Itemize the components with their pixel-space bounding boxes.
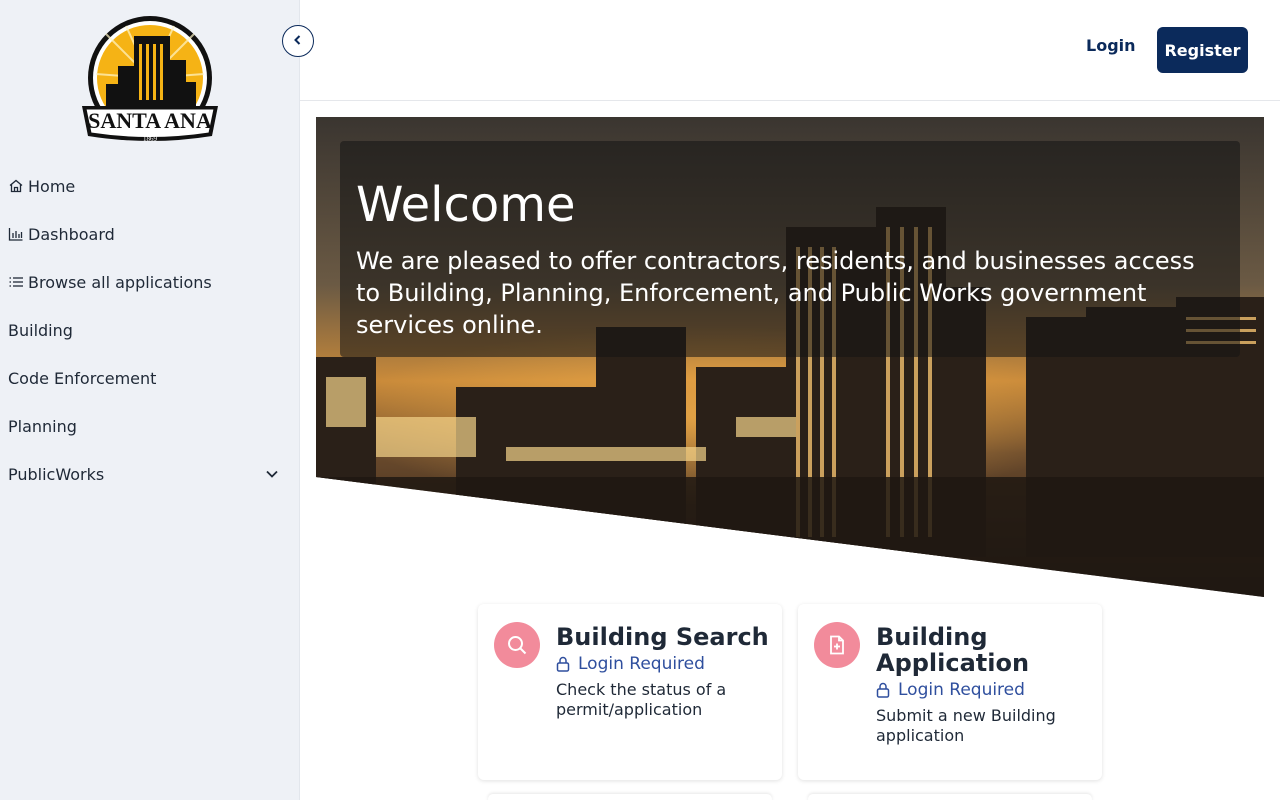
sidebar-item-home[interactable]: Home: [0, 162, 300, 210]
sidebar-item-dashboard[interactable]: Dashboard: [0, 210, 300, 258]
register-button[interactable]: Register: [1157, 27, 1248, 73]
sidebar-item-planning[interactable]: Planning: [0, 402, 300, 450]
card-building-application[interactable]: Building Application Login Required Subm…: [798, 604, 1102, 780]
chevron-down-icon[interactable]: [264, 466, 280, 482]
svg-text:1869: 1869: [143, 135, 158, 143]
search-icon: [494, 622, 540, 668]
welcome-text: We are pleased to offer contractors, res…: [356, 247, 1195, 339]
sidebar-item-label: Code Enforcement: [8, 368, 157, 388]
card-stub: [808, 794, 1092, 800]
chevron-left-icon: [291, 32, 305, 51]
home-icon: [8, 178, 24, 194]
sidebar-item-label: PublicWorks: [8, 464, 105, 484]
sidebar-item-label: Home: [28, 176, 76, 196]
sidebar-collapse-button[interactable]: [282, 25, 314, 57]
sidebar-item-label: Browse all applications: [28, 272, 212, 292]
card-building-search[interactable]: Building Search Login Required Check the…: [478, 604, 782, 780]
file-plus-icon: [814, 622, 860, 668]
list-icon: [8, 274, 24, 290]
login-link[interactable]: Login: [1086, 36, 1136, 55]
bar-chart-icon: [8, 226, 24, 242]
sidebar-item-browse-all-applications[interactable]: Browse all applications: [0, 258, 300, 306]
lock-icon: [556, 656, 570, 672]
sidebar-item-label: Dashboard: [28, 224, 115, 244]
card-description: Check the status of a permit/application: [556, 680, 727, 719]
login-required-label: Login Required: [898, 680, 1025, 700]
card-title: Building Application: [876, 623, 1030, 677]
card-description: Submit a new Building application: [876, 706, 1056, 745]
sidebar: SANTA ANA 1869 Home Dashboard Browse all…: [0, 0, 300, 800]
login-required-label: Login Required: [578, 654, 705, 674]
lock-icon: [876, 682, 890, 698]
sidebar-item-publicworks[interactable]: PublicWorks: [0, 450, 300, 498]
welcome-banner: Welcome We are pleased to offer contract…: [340, 141, 1240, 357]
card-stub: [488, 794, 772, 800]
sidebar-item-building[interactable]: Building: [0, 306, 300, 354]
santa-ana-logo[interactable]: SANTA ANA 1869: [76, 14, 224, 152]
login-required-link[interactable]: Login Required: [556, 654, 770, 674]
svg-text:SANTA ANA: SANTA ANA: [88, 108, 212, 133]
sidebar-item-label: Planning: [8, 416, 77, 436]
login-required-link[interactable]: Login Required: [876, 680, 1090, 700]
sidebar-item-label: Building: [8, 320, 73, 340]
sidebar-item-code-enforcement[interactable]: Code Enforcement: [0, 354, 300, 402]
sidebar-nav: Home Dashboard Browse all applications B…: [0, 162, 300, 498]
welcome-title: Welcome: [356, 177, 576, 233]
card-title: Building Search: [556, 623, 769, 651]
